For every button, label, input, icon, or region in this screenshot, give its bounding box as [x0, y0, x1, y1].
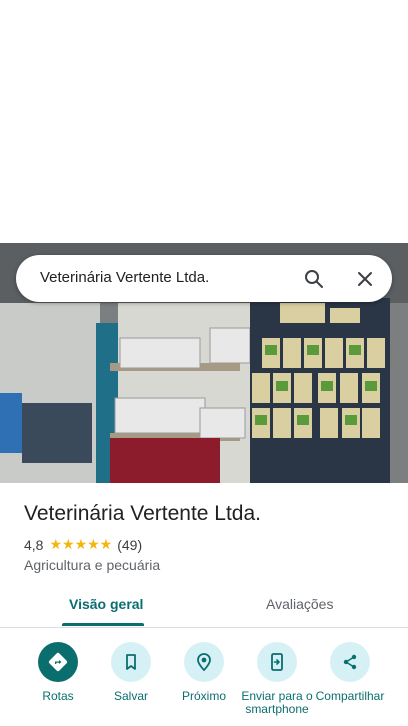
map-area-blank [0, 0, 408, 243]
search-bar[interactable]: Veterinária Vertente Ltda. [16, 255, 392, 302]
nearby-label: Próximo [181, 689, 226, 703]
place-category[interactable]: Agricultura e pecuária [24, 557, 160, 573]
star-rating-icon: ★★★★★ [49, 536, 113, 552]
save-button[interactable]: Salvar [91, 642, 171, 703]
place-title: Veterinária Vertente Ltda. [24, 502, 261, 525]
nearby-button[interactable]: Próximo [164, 642, 244, 703]
nearby-icon [184, 642, 224, 682]
rating-value: 4,8 [24, 536, 44, 553]
directions-icon [38, 642, 78, 682]
send-to-phone-icon [257, 642, 297, 682]
send-to-phone-button[interactable]: Enviar para o smartphone [237, 642, 317, 716]
close-icon[interactable] [353, 267, 377, 291]
tab-overview[interactable]: Visão geral [69, 596, 143, 612]
share-button[interactable]: Compartilhar [310, 642, 390, 703]
bookmark-icon [111, 642, 151, 682]
share-label: Compartilhar [315, 689, 385, 703]
search-icon[interactable] [302, 267, 326, 291]
tab-reviews[interactable]: Avaliações [266, 596, 333, 612]
tabs-divider [0, 627, 408, 628]
save-label: Salvar [113, 689, 148, 703]
reviews-count: (49) [117, 536, 143, 553]
directions-label: Rotas [42, 689, 74, 703]
share-icon [330, 642, 370, 682]
tab-selected-indicator [62, 623, 144, 626]
directions-button[interactable]: Rotas [18, 642, 98, 703]
rating-row[interactable]: 4,8 ★★★★★ (49) [24, 536, 142, 553]
search-query-text[interactable]: Veterinária Vertente Ltda. [40, 269, 209, 286]
send-to-phone-label: Enviar para o smartphone [241, 689, 313, 716]
